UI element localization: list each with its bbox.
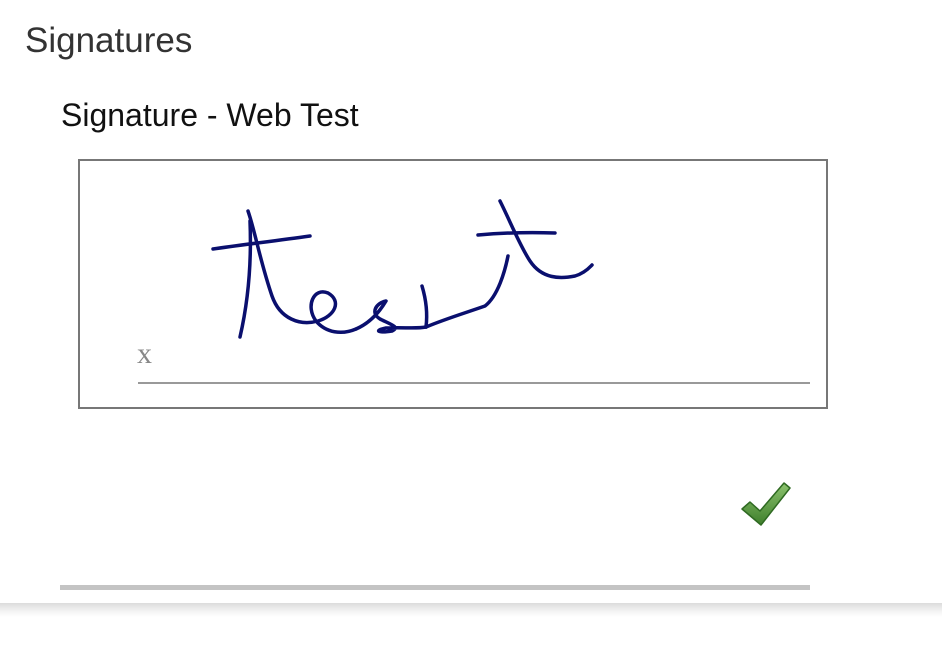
signature-ink [211,199,594,339]
signature-title: Signature - Web Test [61,97,359,133]
page-title: Signatures [25,21,193,60]
checkmark-icon[interactable] [740,479,792,531]
signature-baseline [138,382,810,384]
bottom-shadow [0,603,942,617]
signatures-page: Signatures Signature - Web Test x [0,0,942,645]
signature-x-mark: x [137,337,152,370]
section-divider [60,585,810,590]
signature-pad[interactable]: x [78,159,828,409]
